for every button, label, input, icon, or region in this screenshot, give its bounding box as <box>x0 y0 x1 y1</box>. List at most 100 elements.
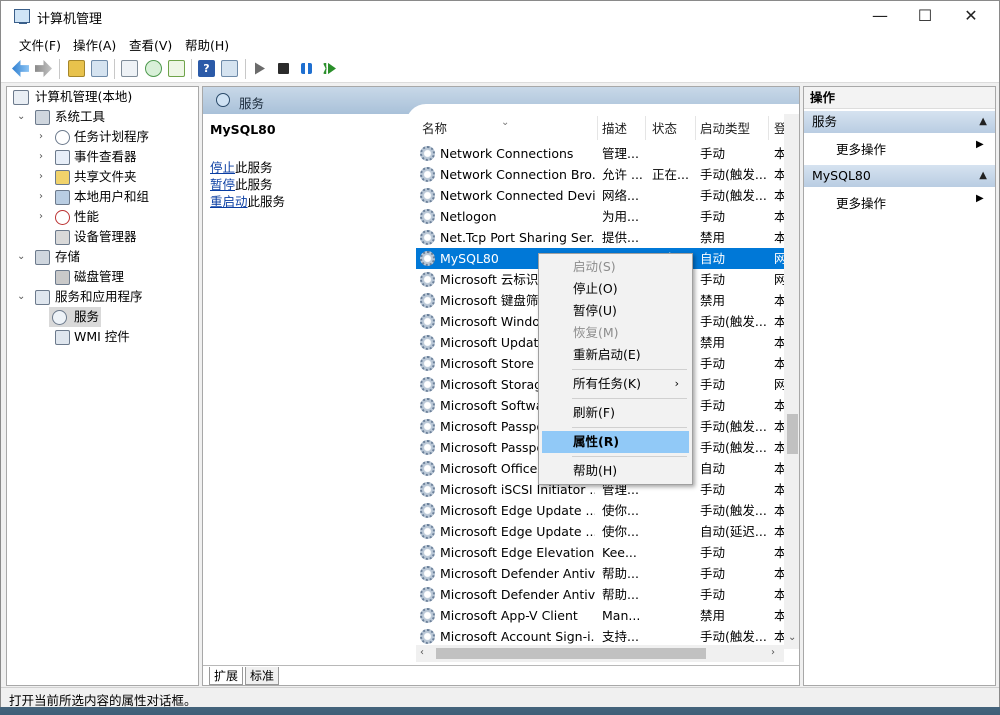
chevron-right-icon[interactable]: › <box>39 127 49 147</box>
menu-help[interactable]: 帮助(H) <box>542 460 689 482</box>
chevron-right-icon[interactable]: › <box>39 167 49 187</box>
services-icon <box>52 310 67 325</box>
tab-standard[interactable]: 标准 <box>245 667 280 685</box>
actions-section-mysql80[interactable]: MySQL80 ▲ <box>804 165 995 187</box>
chevron-right-icon: ▶ <box>976 193 984 204</box>
column-startup-type[interactable]: 启动类型 <box>700 118 750 140</box>
scroll-right-icon[interactable]: › <box>771 647 775 658</box>
tree-label: 磁盘管理 <box>74 269 125 284</box>
service-row[interactable]: Microsoft Account Sign-i... 支持... 手动(触发...… <box>416 626 786 647</box>
menu-action[interactable]: 操作(A) <box>73 35 116 54</box>
storage-icon <box>35 250 50 265</box>
menu-start[interactable]: 启动(S) <box>542 256 689 278</box>
collapse-icon[interactable]: ▲ <box>979 165 987 187</box>
menu-all-tasks-label: 所有任务(K) <box>573 376 641 391</box>
forward-icon[interactable] <box>35 60 52 77</box>
tree-label: 任务计划程序 <box>74 129 150 144</box>
restart-service-link[interactable]: 重启动此服务 <box>210 191 285 210</box>
toolbar-separator <box>191 59 192 79</box>
scroll-left-icon[interactable]: ‹ <box>420 647 424 658</box>
horizontal-scroll-thumb[interactable] <box>436 648 706 659</box>
menu-properties[interactable]: 属性(R) <box>542 431 689 453</box>
service-row[interactable]: Microsoft Edge Update ... 使你... 手动(触发... 本 <box>416 500 786 521</box>
actions-section-services[interactable]: 服务 ▲ <box>804 111 995 133</box>
chevron-right-icon[interactable]: › <box>39 207 49 227</box>
service-row[interactable]: Network Connected Devi... 网络... 手动(触发... 本 <box>416 185 786 206</box>
action-pane-icon[interactable] <box>221 60 238 77</box>
menu-refresh[interactable]: 刷新(F) <box>542 402 689 424</box>
chevron-down-icon[interactable]: ⌄ <box>17 247 27 267</box>
section-label: 服务 <box>812 114 838 129</box>
properties-icon[interactable] <box>121 60 138 77</box>
service-description: 管理... <box>602 146 639 161</box>
column-name[interactable]: 名称 <box>422 118 447 140</box>
computer-management-icon <box>14 9 30 24</box>
chevron-down-icon[interactable]: ⌄ <box>17 107 27 127</box>
service-gear-icon <box>420 209 435 224</box>
tools-icon <box>35 110 50 125</box>
column-separator <box>768 116 769 140</box>
chevron-down-icon[interactable]: ⌄ <box>17 287 27 307</box>
more-actions-services[interactable]: 更多操作 ▶ <box>836 139 984 158</box>
stop-service-icon[interactable] <box>278 63 289 74</box>
service-gear-icon <box>420 419 435 434</box>
column-status[interactable]: 状态 <box>652 118 677 140</box>
scroll-down-icon[interactable]: ⌄ <box>788 632 796 643</box>
service-row[interactable]: Microsoft Defender Antiv... 帮助... 手动本 <box>416 584 786 605</box>
tree-item-services[interactable]: 服务 <box>49 307 101 327</box>
service-row[interactable]: Microsoft Edge Elevation... Kee... 手动本 <box>416 542 786 563</box>
service-row[interactable]: Netlogon 为用... 手动本 <box>416 206 786 227</box>
services-applications-icon <box>35 290 50 305</box>
vertical-scroll-thumb[interactable] <box>787 414 798 454</box>
more-actions-label: 更多操作 <box>836 196 887 211</box>
minimize-button[interactable]: — <box>857 1 903 32</box>
column-description[interactable]: 描述 <box>602 118 627 140</box>
service-name: Microsoft Defender Antiv... <box>440 566 595 581</box>
horizontal-scrollbar[interactable]: ‹ › <box>416 645 784 662</box>
service-name: Microsoft Account Sign-i... <box>440 629 595 644</box>
tree-label: 设备管理器 <box>74 229 137 244</box>
service-gear-icon <box>420 188 435 203</box>
back-icon[interactable] <box>12 60 29 77</box>
service-row[interactable]: Net.Tcp Port Sharing Ser... 提供... 禁用本 <box>416 227 786 248</box>
menu-restart[interactable]: 重新启动(E) <box>542 344 689 366</box>
menu-stop[interactable]: 停止(O) <box>542 278 689 300</box>
menu-help[interactable]: 帮助(H) <box>185 35 229 54</box>
service-description: 允许 ... <box>602 167 643 182</box>
show-hide-tree-icon[interactable] <box>91 60 108 77</box>
start-service-icon[interactable] <box>255 62 265 75</box>
menu-file[interactable]: 文件(F) <box>19 35 61 54</box>
close-button[interactable]: ✕ <box>948 1 994 32</box>
event-viewer-icon <box>55 150 70 165</box>
service-row[interactable]: Network Connection Bro... 允许 ... 正在... 手动(触… <box>416 164 786 185</box>
service-row[interactable]: Network Connections 管理... 手动本 <box>416 143 786 164</box>
chevron-right-icon[interactable]: › <box>39 187 49 207</box>
vertical-scrollbar[interactable]: ⌄ <box>784 114 799 649</box>
service-startup-type: 手动 <box>700 398 726 413</box>
menu-resume[interactable]: 恢复(M) <box>542 322 689 344</box>
pause-service-icon[interactable] <box>301 63 312 74</box>
help-icon[interactable]: ? <box>198 60 215 77</box>
service-gear-icon <box>420 503 435 518</box>
tab-extended[interactable]: 扩展 <box>209 667 244 685</box>
tree-label: WMI 控件 <box>74 329 130 344</box>
restart-service-icon[interactable] <box>323 63 336 74</box>
service-row[interactable]: Microsoft App-V Client Man... 禁用本 <box>416 605 786 626</box>
menu-pause[interactable]: 暂停(U) <box>542 300 689 322</box>
menu-view[interactable]: 查看(V) <box>129 35 172 54</box>
maximize-button[interactable]: ☐ <box>902 1 948 32</box>
service-name: Netlogon <box>440 209 497 224</box>
refresh-icon[interactable] <box>145 60 162 77</box>
service-row[interactable]: Microsoft Edge Update ... 使你... 自动(延迟... 本 <box>416 521 786 542</box>
service-row[interactable]: Microsoft Defender Antiv... 帮助... 手动本 <box>416 563 786 584</box>
up-folder-icon[interactable] <box>68 60 85 77</box>
export-list-icon[interactable] <box>168 60 185 77</box>
collapse-icon[interactable]: ▲ <box>979 111 987 133</box>
window-title: 计算机管理 <box>37 12 103 27</box>
service-gear-icon <box>420 167 435 182</box>
performance-icon <box>55 210 70 225</box>
menu-all-tasks[interactable]: 所有任务(K) › <box>542 373 689 395</box>
menu-separator <box>572 398 687 399</box>
more-actions-mysql80[interactable]: 更多操作 ▶ <box>836 193 984 212</box>
chevron-right-icon[interactable]: › <box>39 147 49 167</box>
